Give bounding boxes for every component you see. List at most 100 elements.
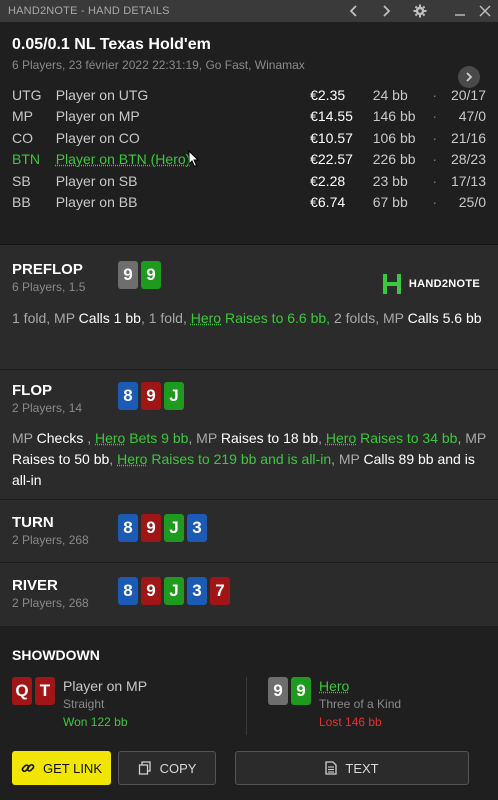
player-stack-bb: 67 bb xyxy=(372,194,408,211)
player-stack: €2.28 xyxy=(310,172,346,189)
logo-text: HAND2NOTE xyxy=(408,278,480,290)
river-section: RIVER 2 Players, 268 8 9 J 3 7 xyxy=(0,563,498,627)
player-position: BTN xyxy=(12,151,40,168)
street-name: TURN xyxy=(12,514,54,531)
divider xyxy=(246,677,247,735)
card: 9 xyxy=(141,261,161,289)
card: 3 xyxy=(187,577,207,605)
card: 8 xyxy=(118,382,138,410)
hero-cards: 9 9 xyxy=(268,677,311,737)
game-title: 0.05/0.1 NL Texas Hold'em xyxy=(12,36,211,53)
separator-dot: · xyxy=(432,86,438,103)
get-link-button[interactable]: GET LINK xyxy=(12,751,111,785)
text-label: TEXT xyxy=(345,760,379,776)
player-name[interactable]: Player on SB xyxy=(56,173,310,189)
flop-section: FLOP 2 Players, 14 8 9 J MP Checks , Her… xyxy=(0,370,498,500)
hero-link[interactable]: Hero xyxy=(191,310,221,326)
card: 8 xyxy=(118,577,138,605)
hand2note-logo-icon xyxy=(381,273,403,295)
villain-name[interactable]: Player on MP xyxy=(63,677,147,695)
hand-header: 0.05/0.1 NL Texas Hold'em 6 Players, 23 … xyxy=(0,22,498,245)
card: J xyxy=(164,577,184,605)
player-name[interactable]: Player on MP xyxy=(56,108,310,124)
mouse-cursor-icon xyxy=(188,149,200,167)
card: 9 xyxy=(268,677,288,705)
player-stats: 28/23 xyxy=(450,151,486,168)
board-cards: 8 9 J xyxy=(118,382,184,410)
separator-dot: · xyxy=(432,172,438,189)
street-name: RIVER xyxy=(12,577,58,594)
player-position: CO xyxy=(12,129,33,146)
street-info: 2 Players, 268 xyxy=(12,596,89,610)
player-row: CO Player on CO €10.57 106 bb · 21/16 xyxy=(12,127,486,149)
hero-result: 9 9 Hero Three of a Kind Lost 146 bb xyxy=(258,677,401,737)
card: T xyxy=(35,677,55,705)
hero-name-link[interactable]: Player on BTN (Hero) xyxy=(56,151,191,167)
player-row: UTG Player on UTG €2.35 24 bb · 20/17 xyxy=(12,84,486,106)
chevron-left-icon[interactable] xyxy=(343,0,365,22)
separator-dot: · xyxy=(432,129,438,146)
villain-cards: Q T xyxy=(12,677,55,737)
card: 9 xyxy=(118,261,138,289)
player-stack-bb: 24 bb xyxy=(372,86,408,103)
get-link-label: GET LINK xyxy=(42,760,102,776)
player-stack-bb: 106 bb xyxy=(372,129,416,146)
street-info: 2 Players, 14 xyxy=(12,401,83,415)
street-info: 2 Players, 268 xyxy=(12,533,89,547)
title-bar: HAND2NOTE - HAND DETAILS xyxy=(0,0,498,22)
player-stack: €14.55 xyxy=(310,108,353,125)
chevron-right-icon[interactable] xyxy=(375,0,397,22)
player-name[interactable]: Player on CO xyxy=(56,130,310,146)
player-name[interactable]: Player on UTG xyxy=(56,87,310,103)
player-stats: 20/17 xyxy=(450,86,486,103)
action-buttons: GET LINK COPY TEXT xyxy=(12,751,469,785)
card: 8 xyxy=(118,514,138,542)
hero-hand-rank: Three of a Kind xyxy=(319,697,402,711)
copy-button[interactable]: COPY xyxy=(118,751,216,785)
card: J xyxy=(164,514,184,542)
player-stack-bb: 226 bb xyxy=(372,151,416,168)
street-name: PREFLOP xyxy=(12,261,83,278)
players-list: UTG Player on UTG €2.35 24 bb · 20/17 MP… xyxy=(12,84,486,213)
chevron-right-circle-icon xyxy=(466,72,473,82)
card: 9 xyxy=(291,677,311,705)
minimize-icon[interactable] xyxy=(449,0,471,22)
preflop-actions: 1 fold, MP Calls 1 bb, 1 fold, Hero Rais… xyxy=(12,310,482,326)
villain-hand-rank: Straight xyxy=(63,697,105,711)
hero-hole-cards: 9 9 xyxy=(118,261,161,289)
card: 9 xyxy=(141,514,161,542)
hero-link[interactable]: Hero xyxy=(95,430,125,446)
player-stats: 17/13 xyxy=(450,172,486,189)
player-name[interactable]: Player on BTN (Hero) xyxy=(56,151,310,167)
player-position: SB xyxy=(12,172,31,189)
player-stats: 47/0 xyxy=(458,108,486,125)
close-icon[interactable] xyxy=(474,0,496,22)
board-cards: 8 9 J 3 xyxy=(118,514,207,542)
player-position: UTG xyxy=(12,86,42,103)
hero-link[interactable]: Hero xyxy=(117,451,147,467)
link-icon xyxy=(21,763,35,773)
separator-dot: · xyxy=(432,194,438,211)
player-stats: 21/16 xyxy=(450,129,486,146)
player-stack: €10.57 xyxy=(310,129,353,146)
player-position: BB xyxy=(12,194,31,211)
document-icon xyxy=(325,761,338,775)
villain-result: Q T Player on MP Straight Won 122 bb xyxy=(12,677,258,737)
player-stack: €6.74 xyxy=(310,194,346,211)
gear-icon[interactable] xyxy=(409,0,431,22)
player-name[interactable]: Player on BB xyxy=(56,194,310,210)
card: J xyxy=(164,382,184,410)
card: Q xyxy=(12,677,32,705)
player-position: MP xyxy=(12,108,33,125)
player-stack-bb: 146 bb xyxy=(372,108,416,125)
showdown-title: SHOWDOWN xyxy=(12,647,100,663)
hand2note-logo: HAND2NOTE xyxy=(381,273,480,295)
villain-win-amount: Won 122 bb xyxy=(63,715,128,729)
hero-loss-amount: Lost 146 bb xyxy=(319,715,382,729)
text-button[interactable]: TEXT xyxy=(235,751,469,785)
hero-name-link[interactable]: Hero xyxy=(319,677,401,695)
card: 3 xyxy=(187,514,207,542)
player-row-hero: BTN Player on BTN (Hero) €22.57 226 bb ·… xyxy=(12,149,486,171)
card: 9 xyxy=(141,577,161,605)
hero-link[interactable]: Hero xyxy=(326,430,356,446)
